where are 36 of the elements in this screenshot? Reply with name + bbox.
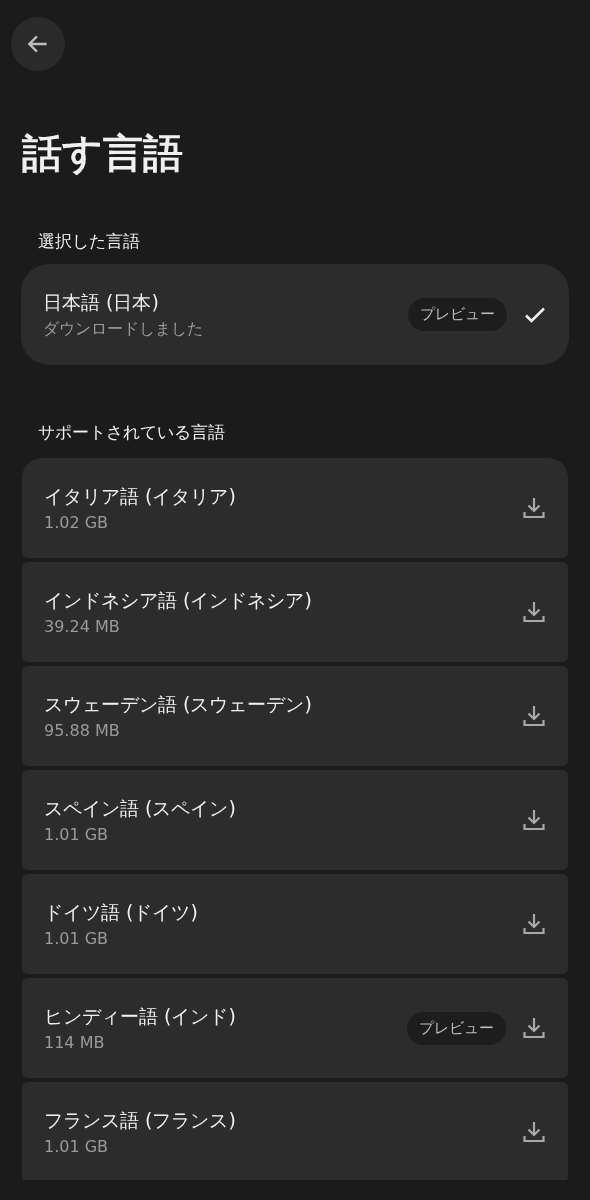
download-icon[interactable] xyxy=(522,496,546,520)
download-icon[interactable] xyxy=(522,1016,546,1040)
language-card[interactable]: ヒンディー語 (インド) 114 MB プレビュー xyxy=(22,978,568,1078)
language-name: ヒンディー語 (インド) xyxy=(44,1004,237,1029)
section-heading: 選択した言語 xyxy=(37,230,141,253)
preview-badge: プレビュー xyxy=(407,1011,506,1045)
language-card[interactable]: 日本語 (日本) ダウンロードしました プレビュー xyxy=(21,264,569,365)
language-card[interactable]: イタリア語 (イタリア) 1.02 GB xyxy=(22,458,568,558)
language-detail: 114 MB xyxy=(44,1033,106,1052)
language-name: 日本語 (日本) xyxy=(43,289,160,315)
download-icon[interactable] xyxy=(522,600,546,624)
section-heading: サポートされている言語 xyxy=(37,421,226,444)
language-card[interactable]: フランス語 (フランス) 1.01 GB xyxy=(22,1082,568,1180)
language-detail: 95.88 MB xyxy=(44,721,121,740)
preview-badge: プレビュー xyxy=(408,298,507,331)
language-detail: 39.24 MB xyxy=(44,617,121,636)
language-detail: 1.01 GB xyxy=(44,825,110,844)
download-icon[interactable] xyxy=(522,808,546,832)
language-detail: 1.01 GB xyxy=(44,1137,110,1156)
language-name: イタリア語 (イタリア) xyxy=(44,484,237,509)
download-icon[interactable] xyxy=(522,912,546,936)
language-name: インドネシア語 (インドネシア) xyxy=(44,588,313,613)
language-card[interactable]: ドイツ語 (ドイツ) 1.01 GB xyxy=(22,874,568,974)
language-card[interactable]: インドネシア語 (インドネシア) 39.24 MB xyxy=(22,562,568,662)
download-icon[interactable] xyxy=(522,1120,546,1144)
language-card[interactable]: スウェーデン語 (スウェーデン) 95.88 MB xyxy=(22,666,568,766)
language-name: ドイツ語 (ドイツ) xyxy=(44,900,199,925)
language-name: スペイン語 (スペイン) xyxy=(44,796,237,821)
language-detail: 1.02 GB xyxy=(44,513,110,532)
language-detail: 1.01 GB xyxy=(44,929,110,948)
language-card[interactable]: スペイン語 (スペイン) 1.01 GB xyxy=(22,770,568,870)
language-name: スウェーデン語 (スウェーデン) xyxy=(44,692,313,717)
download-icon[interactable] xyxy=(522,704,546,728)
page-title: 話す言語 xyxy=(21,129,184,178)
language-name: フランス語 (フランス) xyxy=(44,1108,237,1133)
language-detail: ダウンロードしました xyxy=(43,318,204,340)
